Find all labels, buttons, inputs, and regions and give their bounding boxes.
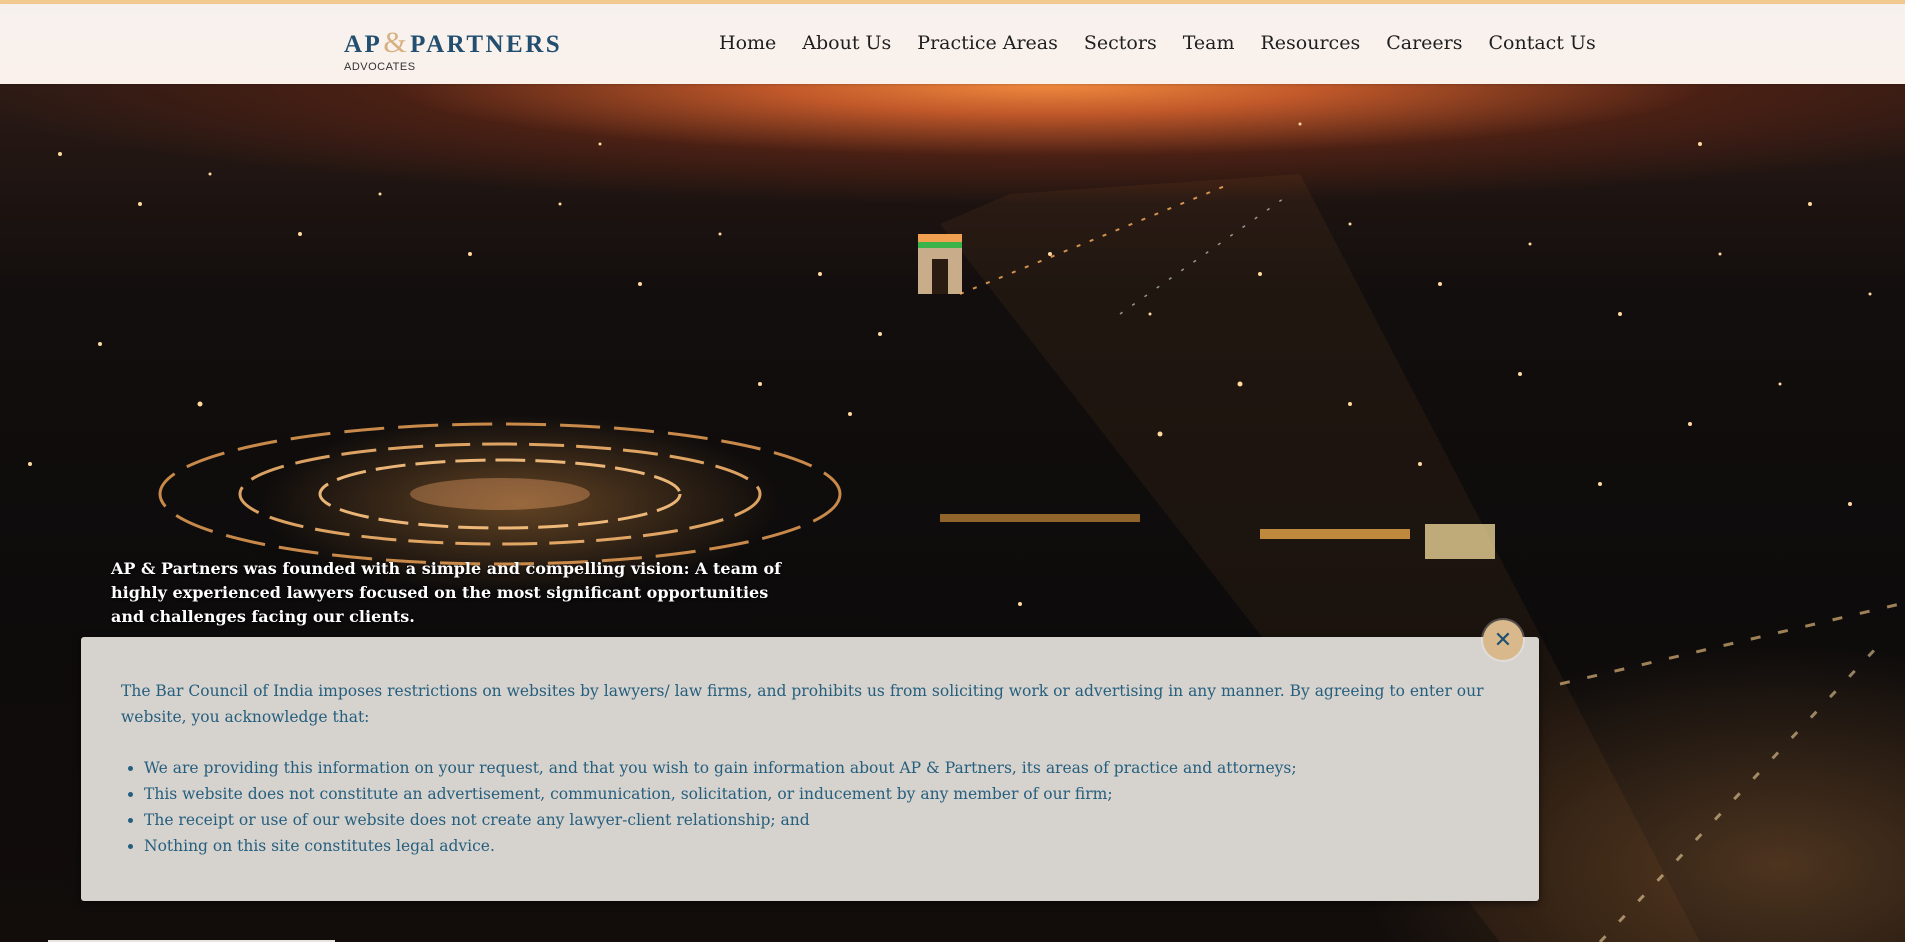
nav-careers[interactable]: Careers [1386, 32, 1462, 54]
nav-practice-areas[interactable]: Practice Areas [917, 32, 1058, 54]
nav-about-us[interactable]: About Us [802, 32, 891, 54]
nav-resources[interactable]: Resources [1261, 32, 1361, 54]
disclaimer-modal: The Bar Council of India imposes restric… [81, 637, 1539, 901]
site-logo[interactable]: AP & PARTNERS ADVOCATES [344, 28, 562, 74]
disclaimer-list: We are providing this information on you… [121, 755, 1524, 859]
logo-ampersand: & [383, 26, 410, 59]
disclaimer-intro: The Bar Council of India imposes restric… [121, 682, 1484, 726]
site-header: AP & PARTNERS ADVOCATES Home About Us Pr… [0, 4, 1905, 84]
disclaimer-point: The receipt or use of our website does n… [144, 807, 1524, 833]
close-icon: ✕ [1493, 627, 1513, 653]
logo-name-right: PARTNERS [410, 31, 563, 58]
hero-tagline: AP & Partners was founded with a simple … [111, 559, 782, 626]
disclaimer-point: We are providing this information on you… [144, 755, 1524, 781]
logo-wordmark: AP & PARTNERS [344, 28, 562, 58]
logo-name-left: AP [344, 31, 383, 58]
close-modal-button[interactable]: ✕ [1483, 620, 1523, 660]
disclaimer-point: This website does not constitute an adve… [144, 781, 1524, 807]
nav-contact-us[interactable]: Contact Us [1488, 32, 1595, 54]
main-nav: Home About Us Practice Areas Sectors Tea… [719, 32, 1596, 54]
disclaimer-point: Nothing on this site constitutes legal a… [144, 833, 1524, 859]
logo-subtitle: ADVOCATES [344, 61, 416, 73]
nav-team[interactable]: Team [1183, 32, 1235, 54]
nav-sectors[interactable]: Sectors [1084, 32, 1157, 54]
nav-home[interactable]: Home [719, 32, 776, 54]
